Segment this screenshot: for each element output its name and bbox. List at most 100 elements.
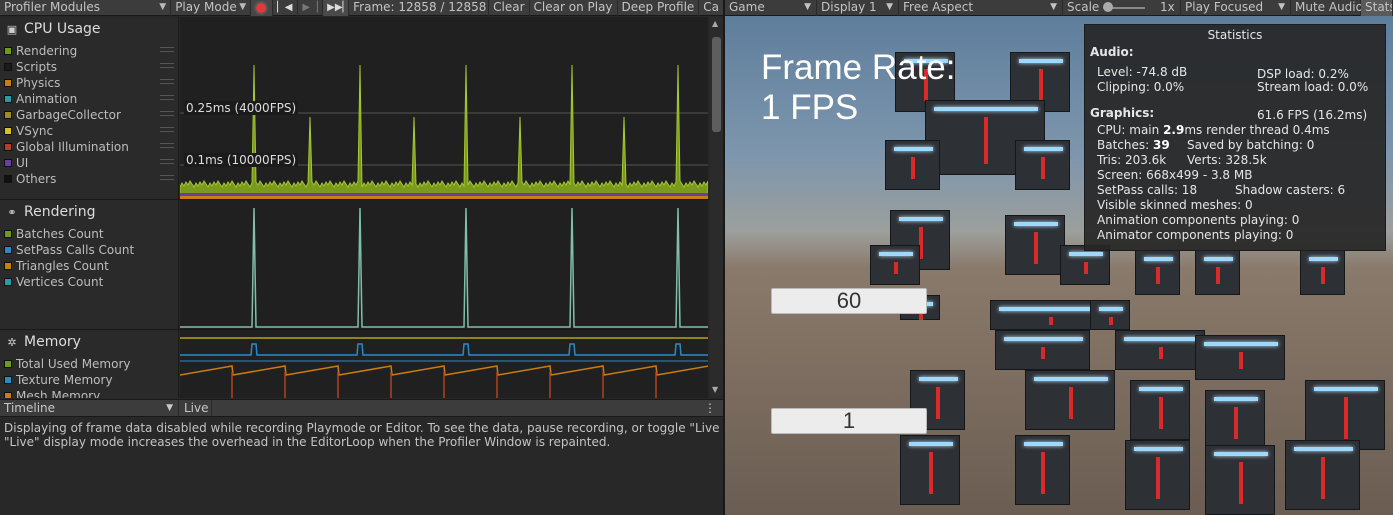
- legend-swatch: [4, 63, 12, 71]
- cpu-prefix: CPU: main: [1097, 123, 1164, 137]
- rendering-module-title: Rendering: [24, 204, 96, 220]
- more-options-icon[interactable]: ⋮: [702, 400, 718, 416]
- deep-profile-button[interactable]: Deep Profile: [618, 0, 700, 16]
- next-frame-button[interactable]: ▶▕: [298, 0, 324, 16]
- legend-item[interactable]: Total Used Memory: [4, 357, 131, 371]
- legend-item[interactable]: UI: [4, 156, 174, 170]
- cpu-module-list[interactable]: ▣ CPU Usage Rendering Scripts Physics Anima…: [0, 17, 179, 199]
- drag-handle-icon[interactable]: [160, 63, 174, 68]
- engine-light: [909, 442, 953, 446]
- game-view[interactable]: Game ▼ Display 1 ▼ Free Aspect ▼ Scale 1…: [725, 0, 1393, 515]
- spaceship: [1115, 330, 1205, 370]
- engine-light: [1069, 252, 1103, 256]
- legend-label: Global Illumination: [16, 140, 129, 154]
- batches: Batches: 39: [1097, 138, 1170, 152]
- legend-item[interactable]: Rendering: [4, 44, 174, 58]
- warning-light: [1156, 267, 1160, 284]
- spaceship: [1125, 440, 1190, 510]
- legend-item[interactable]: Batches Count: [4, 227, 104, 241]
- profiler-modules-dropdown[interactable]: Profiler Modules ▼: [0, 0, 172, 16]
- mute-audio-button[interactable]: Mute Audio: [1291, 0, 1363, 16]
- legend-item[interactable]: Texture Memory: [4, 373, 113, 387]
- aspect-dropdown[interactable]: Free Aspect ▼: [899, 0, 1063, 16]
- play-focused-dropdown[interactable]: Play Focused ▼: [1181, 0, 1291, 16]
- warning-light: [1239, 352, 1243, 369]
- warning-light: [984, 117, 988, 164]
- warning-light: [1159, 347, 1163, 359]
- legend-label: Others: [16, 172, 57, 186]
- drag-handle-icon[interactable]: [160, 143, 174, 148]
- scale-slider-thumb[interactable]: [1103, 2, 1113, 12]
- legend-label: Scripts: [16, 60, 58, 74]
- animator-components: Animator components playing: 0: [1097, 228, 1294, 242]
- target-fps-input[interactable]: 60: [771, 288, 927, 314]
- clear-button[interactable]: Clear: [489, 0, 530, 16]
- cpu-main-value: 2.9: [1163, 123, 1185, 137]
- legend-item[interactable]: Physics: [4, 76, 174, 90]
- record-icon: [256, 2, 267, 13]
- shadow-casters: Shadow casters: 6: [1235, 183, 1346, 197]
- rendering-module-list[interactable]: ⚭ Rendering Batches Count SetPass Calls C…: [0, 200, 179, 329]
- vsync-count-input[interactable]: 1: [771, 408, 927, 434]
- fast-forward-icon: ▶▶▏: [327, 1, 351, 13]
- drag-handle-icon[interactable]: [160, 175, 174, 180]
- legend-swatch: [4, 111, 12, 119]
- engine-light: [1134, 447, 1183, 451]
- drag-handle-icon[interactable]: [160, 95, 174, 100]
- timeline-view-label: Timeline: [4, 401, 56, 415]
- warning-light: [1321, 457, 1325, 499]
- live-toggle[interactable]: Live: [180, 400, 212, 416]
- cpu-time: CPU: main 2.9ms render thread 0.4ms: [1097, 123, 1330, 137]
- legend-item[interactable]: Vertices Count: [4, 275, 103, 289]
- display-dropdown[interactable]: Display 1 ▼: [817, 0, 899, 16]
- first-frame-button[interactable]: ▏◀: [273, 0, 298, 16]
- legend-label: Total Used Memory: [16, 357, 131, 371]
- legend-swatch: [4, 175, 12, 183]
- details-toolbar: Timeline ▼ Live ⋮: [0, 399, 723, 417]
- legend-item[interactable]: Mesh Memory: [4, 389, 100, 398]
- call-stacks-button[interactable]: Ca: [699, 0, 723, 16]
- drag-handle-icon[interactable]: [160, 79, 174, 84]
- warning-light: [1159, 397, 1163, 429]
- legend-swatch: [4, 376, 12, 384]
- spaceship: [1205, 445, 1275, 515]
- scrollbar-thumb[interactable]: [712, 37, 721, 132]
- scale-control[interactable]: Scale 1x: [1063, 0, 1181, 16]
- legend-item[interactable]: Scripts: [4, 60, 174, 74]
- record-button[interactable]: [251, 0, 273, 16]
- scroll-down-icon[interactable]: ▼: [712, 385, 718, 394]
- spaceship: [1005, 215, 1065, 275]
- chevron-down-icon: ▼: [239, 1, 247, 12]
- memory-module-list[interactable]: ✲ Memory Total Used Memory Texture Memory…: [0, 330, 179, 398]
- drag-handle-icon[interactable]: [160, 127, 174, 132]
- game-tab-label: Game: [729, 0, 765, 14]
- legend-item[interactable]: Others: [4, 172, 174, 186]
- play-mode-dropdown[interactable]: Play Mode ▼: [171, 0, 252, 16]
- legend-item[interactable]: Animation: [4, 92, 174, 106]
- legend-swatch: [4, 143, 12, 151]
- legend-item[interactable]: SetPass Calls Count: [4, 243, 134, 257]
- rendering-chart[interactable]: [180, 200, 708, 329]
- legend-item[interactable]: Triangles Count: [4, 259, 109, 273]
- legend-item[interactable]: GarbageCollector: [4, 108, 174, 122]
- legend-swatch: [4, 159, 12, 167]
- legend-label: VSync: [16, 124, 54, 138]
- cpu-usage-chart[interactable]: 0.25ms (4000FPS) 0.1ms (10000FPS): [180, 17, 708, 199]
- game-tab[interactable]: Game ▼: [725, 0, 817, 16]
- current-frame-button[interactable]: ▶▶▏: [323, 0, 351, 16]
- cpu-module-title: CPU Usage: [24, 21, 101, 37]
- spaceship: [1135, 250, 1180, 295]
- drag-handle-icon[interactable]: [160, 159, 174, 164]
- legend-item[interactable]: VSync: [4, 124, 174, 138]
- memory-chart[interactable]: [180, 330, 708, 398]
- drag-handle-icon[interactable]: [160, 47, 174, 52]
- spaceship: [1015, 140, 1070, 190]
- drag-handle-icon[interactable]: [160, 111, 174, 116]
- stats-button[interactable]: Stats: [1361, 0, 1393, 16]
- modules-scrollbar[interactable]: ▲ ▼: [710, 17, 723, 397]
- clear-on-play-button[interactable]: Clear on Play: [530, 0, 618, 16]
- legend-item[interactable]: Global Illumination: [4, 140, 174, 154]
- timeline-view-dropdown[interactable]: Timeline ▼: [0, 400, 179, 416]
- scroll-up-icon[interactable]: ▲: [712, 19, 718, 28]
- legend-label: Mesh Memory: [16, 389, 101, 398]
